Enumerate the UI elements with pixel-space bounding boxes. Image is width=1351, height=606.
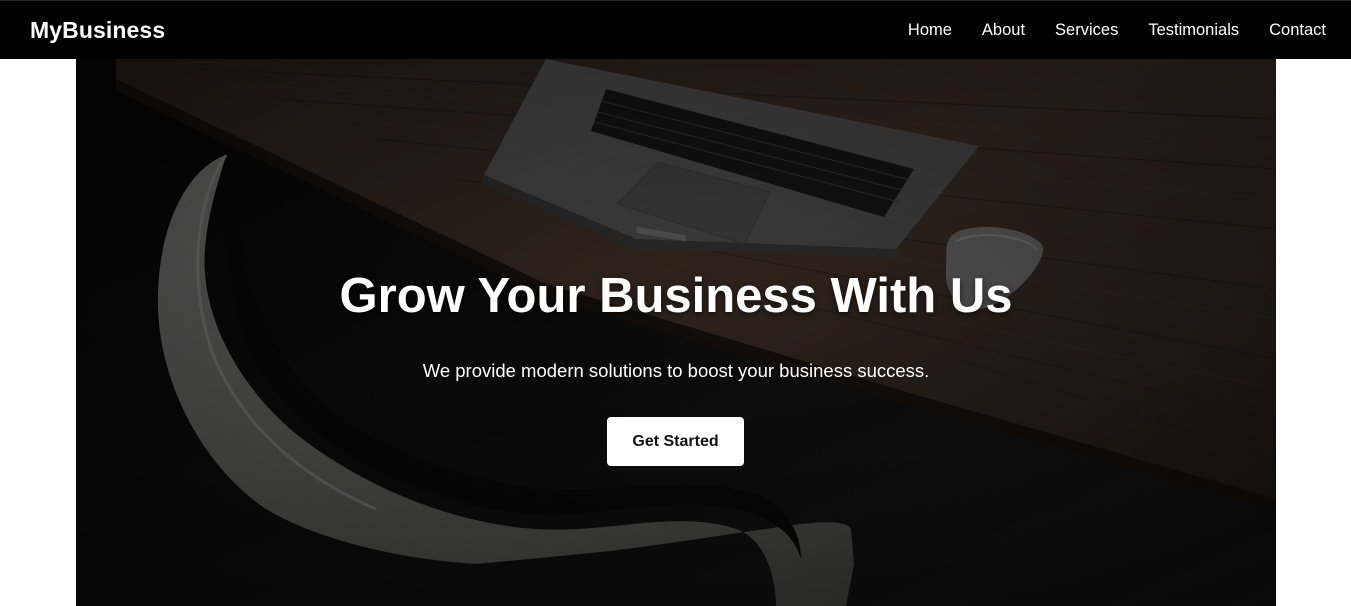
nav-links: Home About Services Testimonials Contact — [878, 21, 1326, 40]
nav-link-services[interactable]: Services — [1055, 21, 1118, 40]
brand-logo[interactable]: MyBusiness — [30, 17, 165, 44]
hero-subtitle: We provide modern solutions to boost you… — [422, 360, 930, 381]
hero-content: Grow Your Business With Us We provide mo… — [76, 59, 1276, 606]
top-navbar: MyBusiness Home About Services Testimoni… — [0, 0, 1351, 59]
nav-link-contact[interactable]: Contact — [1269, 21, 1326, 40]
hero-title: Grow Your Business With Us — [339, 269, 1013, 323]
nav-link-testimonials[interactable]: Testimonials — [1148, 21, 1239, 40]
nav-link-about[interactable]: About — [982, 21, 1025, 40]
nav-link-home[interactable]: Home — [908, 21, 952, 40]
get-started-button[interactable]: Get Started — [607, 417, 744, 466]
hero-section: Grow Your Business With Us We provide mo… — [76, 59, 1276, 606]
